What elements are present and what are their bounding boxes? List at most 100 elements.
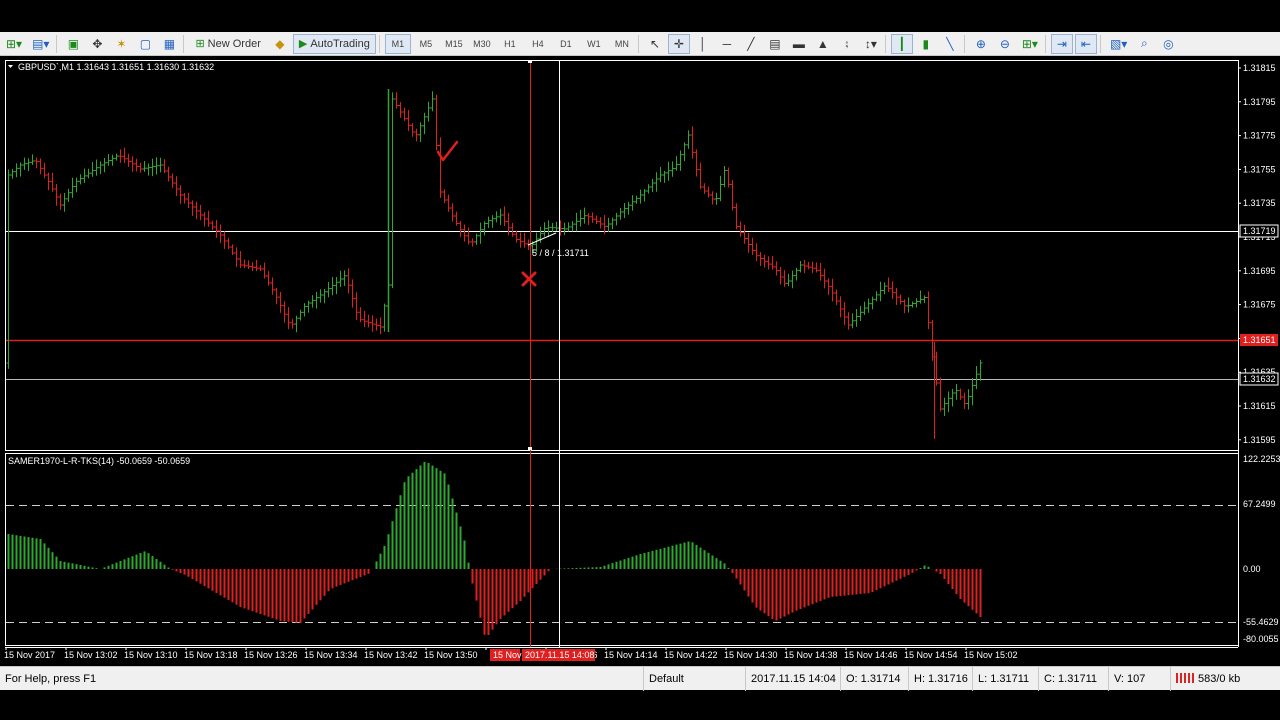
metaeditor-icon[interactable]: ◆ [269,34,291,54]
indicator-label: -55.4629 [1243,617,1279,627]
indicator-header: SAMER1970-L-R-TKS(14) -50.0659 -50.0659 [8,456,190,466]
current-price-tag-text: 1.31632 [1243,374,1276,384]
new-chart-icon[interactable]: ⊞▾ [2,34,26,54]
connection-icon [1176,673,1194,683]
time-label: 15 Nov 13:34 [304,650,358,660]
search-icon[interactable]: ⌕ [1133,34,1155,54]
price-chart[interactable]: 5 / 8 / 1.31711 GBPUSD`,M1 1.31643 1.316… [0,57,1280,665]
indicator-label: 67.2499 [1243,499,1276,509]
status-bar: For Help, press F1 Default 2017.11.15 14… [0,666,1280,691]
profiles-icon[interactable]: ▤▾ [28,34,53,54]
market-watch-icon[interactable]: ▣ [62,34,84,54]
status-low: L: 1.31711 [972,667,1038,691]
autotrading-button[interactable]: ▶ AutoTrading [292,33,376,54]
timeframe-h1[interactable]: H1 [497,34,523,54]
new-order-icon: ⊞ [195,38,205,50]
vline-anchor-bottom[interactable] [528,447,532,450]
time-label: 15 Nov 13:42 [364,650,418,660]
community-icon[interactable]: ◎ [1157,34,1179,54]
time-label: 15 Nov 13:18 [184,650,238,660]
separator [183,34,185,53]
timeframe-m30[interactable]: M30 [469,34,495,54]
vline-anchor-top[interactable] [528,60,532,63]
separator [378,34,380,53]
fibonacci-icon[interactable]: ⨟ [836,34,858,54]
timeframe-m1[interactable]: M1 [384,33,411,54]
time-label: 15 Nov 14:30 [724,650,778,660]
strategy-tester-icon[interactable]: ▦ [158,34,180,54]
candlesticks-icon[interactable]: ▮ [915,34,937,54]
new-order-button[interactable]: ⊞ New Order [189,34,266,54]
zoom-in-icon[interactable]: ⊕ [970,34,992,54]
status-profile[interactable]: Default [643,667,743,691]
indicator-scale: 122.2253 67.2499 0.00 -55.4629 -80.0055 [1243,454,1280,644]
price-label: 1.31615 [1243,401,1276,411]
indicator-label: -80.0055 [1243,634,1279,644]
chart-window[interactable]: 5 / 8 / 1.31711 GBPUSD`,M1 1.31643 1.316… [0,57,1280,665]
timeframe-mn[interactable]: MN [609,34,635,54]
autoscroll-icon[interactable]: ⇥ [1050,33,1073,54]
separator [963,34,965,53]
crosshair-icon[interactable]: ✛ [667,33,690,54]
indicator-label: 0.00 [1243,564,1261,574]
data-window-icon[interactable]: ✥ [86,34,108,54]
bar-chart-icon[interactable]: ┃ [890,33,913,54]
status-datetime: 2017.11.15 14:04 [745,667,840,691]
price-label: 1.31595 [1243,435,1276,445]
status-open: O: 1.31714 [840,667,908,691]
price-label: 1.31815 [1243,63,1276,73]
timeframe-h4[interactable]: H4 [525,34,551,54]
chart-menu-arrow-icon[interactable] [8,65,13,68]
autotrading-icon: ▶ [298,38,308,50]
price-plot-frame [5,60,1239,451]
arrows-icon[interactable]: ↕▾ [860,34,882,54]
tile-windows-icon[interactable]: ⊞▾ [1018,34,1042,54]
status-help-text: For Help, press F1 [5,673,97,685]
cross-mark-icon [521,271,537,287]
rectangle-icon[interactable]: ▬ [788,34,810,54]
crosshair-label: 5 / 8 / 1.31711 [532,248,589,258]
time-label: 15 Nov 14:22 [664,650,718,660]
line-chart-icon[interactable]: ╲ [939,34,961,54]
status-connection[interactable]: 583/0 kb [1170,667,1280,691]
main-toolbar: ⊞▾ ▤▾ ▣ ✥ ✶ ▢ ▦ ⊞ New Order ◆ ▶ AutoTrad… [0,32,1280,56]
time-label: 15 Nov 2017 [4,650,55,660]
zoom-out-icon[interactable]: ⊖ [994,34,1016,54]
time-label: 15 Nov 15:02 [964,650,1018,660]
separator [1044,34,1046,53]
triangle-icon[interactable]: ▲ [812,34,834,54]
terminal-icon[interactable]: ▢ [134,34,156,54]
price-label: 1.31795 [1243,97,1276,107]
trendline-icon[interactable]: ╱ [740,34,762,54]
indicator-plot-frame [5,453,1239,646]
timeframe-w1[interactable]: W1 [581,34,607,54]
price-label: 1.31695 [1243,266,1276,276]
time-label: 15 Nov 14:46 [844,650,898,660]
navigator-icon[interactable]: ✶ [110,34,132,54]
timeframe-m5[interactable]: M5 [413,34,439,54]
price-label: 1.31755 [1243,164,1276,174]
price-label: 1.31735 [1243,198,1276,208]
time-label: 15 Nov 13:10 [124,650,178,660]
separator [637,34,639,53]
separator [884,34,886,53]
indicator-histogram [7,461,982,635]
timeframe-d1[interactable]: D1 [553,34,579,54]
time-label: 15 Nov 14:14 [604,650,658,660]
cursor-icon[interactable]: ↖ [644,34,666,54]
time-label: 15 Nov 13:26 [244,650,298,660]
chart-shift-icon[interactable]: ⇤ [1074,33,1097,54]
status-high: H: 1.31716 [908,667,972,691]
indicator-label: 122.2253 [1243,454,1280,464]
time-label: 15 Nov 13:50 [424,650,478,660]
vertical-line-icon[interactable]: │ [692,34,714,54]
timeframe-m15[interactable]: M15 [441,34,467,54]
crosshair-ruler-line [527,232,557,246]
periods-icon[interactable]: ▧▾ [1106,34,1131,54]
separator [1099,34,1101,53]
horizontal-line-icon[interactable]: ─ [716,34,738,54]
channel-icon[interactable]: ▤ [764,34,786,54]
price-bars [6,89,983,439]
crosshair-price-tag-text: 1.31719 [1243,226,1276,236]
price-scale: 1.31815 1.31795 1.31775 1.31755 1.31735 1.317… [1238,63,1276,445]
